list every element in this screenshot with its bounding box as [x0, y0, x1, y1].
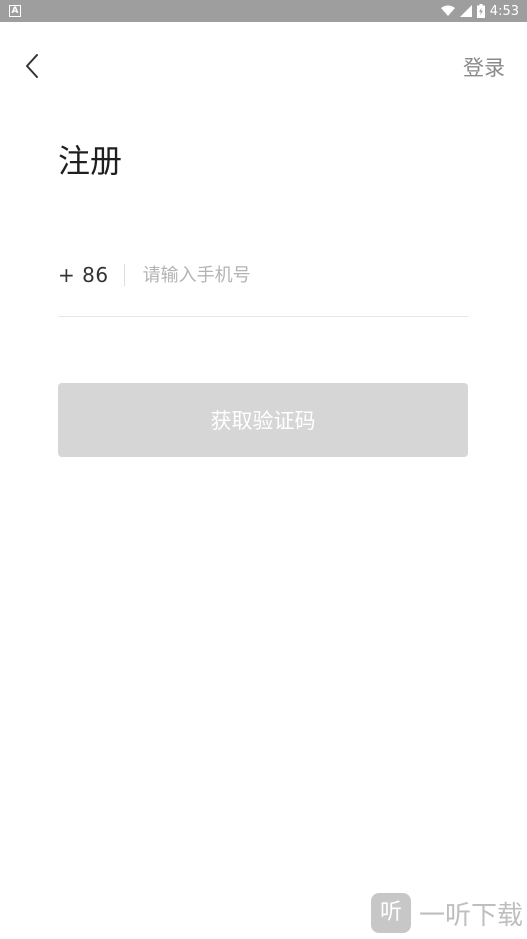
input-divider [123, 264, 125, 286]
status-bar: A 4:53 [0, 0, 527, 22]
watermark: 听 一听下载 [370, 887, 527, 939]
battery-charging-icon [476, 4, 485, 18]
phone-input-underline [58, 316, 468, 317]
watermark-logo: 听 [370, 893, 411, 933]
page-title: 注册 [58, 142, 123, 180]
country-code[interactable]: + 86 [58, 263, 109, 287]
status-time: 4:53 [489, 3, 519, 19]
android-notification-icon: A [9, 5, 21, 17]
chevron-left-icon [26, 54, 38, 78]
watermark-text: 一听下载 [418, 900, 523, 931]
get-verification-code-button[interactable]: 获取验证码 [58, 383, 468, 457]
phone-input-row: + 86 [58, 252, 468, 298]
wifi-icon [440, 5, 455, 16]
status-icons: 4:53 [440, 0, 519, 22]
back-button[interactable] [14, 48, 50, 84]
cell-signal-icon [459, 5, 472, 17]
login-link[interactable]: 登录 [463, 52, 505, 82]
phone-number-input[interactable] [142, 260, 468, 290]
